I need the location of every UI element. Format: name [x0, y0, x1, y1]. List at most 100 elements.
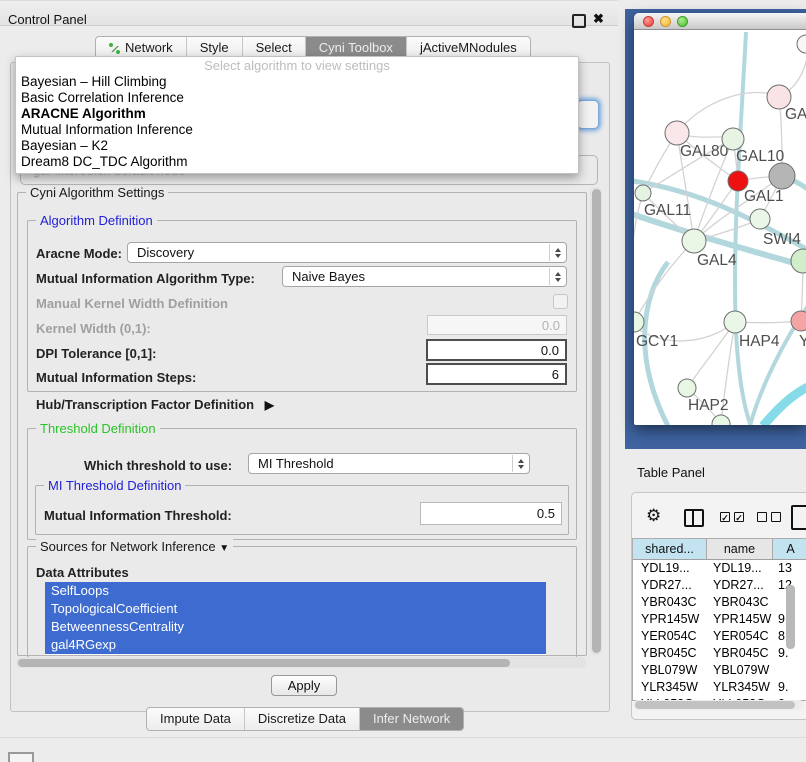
table-row[interactable]: YBR043CYBR043C — [633, 594, 806, 611]
node-gal11[interactable] — [635, 185, 651, 201]
status-strip — [0, 737, 806, 762]
table-row[interactable]: YDR27...YDR27...12 — [633, 577, 806, 594]
attribute-item-topologicalcoefficient[interactable]: TopologicalCoefficient — [45, 600, 546, 618]
sources-legend: Sources for Network Inference ▼ — [36, 539, 233, 554]
hub-definition-toggle[interactable]: Hub/Transcription Factor Definition ▶ — [36, 397, 274, 412]
mi-threshold-definition-legend: MI Threshold Definition — [44, 478, 185, 493]
bottom-tab-discretize-data[interactable]: Discretize Data — [245, 708, 360, 730]
dropdown-item-bayesian-hill-climbing[interactable]: Bayesian – Hill Climbing — [16, 74, 578, 90]
table-row[interactable]: YBL079WYBL079W — [633, 662, 806, 679]
split-columns-icon[interactable] — [684, 509, 704, 527]
table-row[interactable]: YPR145WYPR145W9. — [633, 611, 806, 628]
table-row[interactable]: YDL19...YDL19...13 — [633, 560, 806, 577]
node-unlabeled[interactable] — [769, 163, 795, 189]
manual-kernel-width-checkbox[interactable] — [553, 294, 568, 309]
dropdown-item-bayesian-k2[interactable]: Bayesian – K2 — [16, 138, 578, 154]
attribute-item-selfloops[interactable]: SelfLoops — [45, 582, 546, 600]
attribute-item-betweennesscentrality[interactable]: BetweennessCentrality — [45, 618, 546, 636]
dpi-tolerance-label: DPI Tolerance [0,1]: — [36, 346, 156, 361]
mi-threshold-label: Mutual Information Threshold: — [44, 508, 232, 523]
attribute-item-gal4rgexp[interactable]: gal4RGexp — [45, 636, 546, 654]
network-window-titlebar[interactable] — [634, 13, 806, 30]
node-gal1[interactable] — [750, 209, 770, 229]
node-gal80[interactable] — [665, 121, 689, 145]
node-label-hap4: HAP4 — [739, 333, 780, 350]
float-window-icon[interactable] — [572, 14, 586, 28]
column-header-name[interactable]: name — [707, 539, 773, 559]
table-panel-title: Table Panel — [637, 465, 705, 480]
mi-steps-field[interactable]: 6 — [426, 363, 567, 385]
zoom-traffic-light[interactable] — [677, 16, 688, 27]
network-canvas[interactable]: GALGAL80GAL10GAL1GAL11SWI4GAL4GCY1HAP4YH… — [634, 29, 806, 425]
table-row[interactable]: YLR345WYLR345W9. — [633, 679, 806, 696]
data-attributes-label: Data Attributes — [36, 565, 129, 580]
apply-button[interactable]: Apply — [271, 675, 337, 696]
cyni-algorithm-settings-legend: Cyni Algorithm Settings — [26, 185, 168, 200]
new-column-icon[interactable] — [791, 505, 806, 530]
mi-steps-label: Mutual Information Steps: — [36, 370, 196, 385]
minimized-panel-icon[interactable] — [8, 752, 34, 762]
settings-vertical-scrollbar[interactable] — [590, 187, 602, 655]
table-cell: YPR145W — [633, 611, 707, 628]
table-row[interactable]: YBR045CYBR045C9. — [633, 645, 806, 662]
node-label-swi4: SWI4 — [763, 231, 801, 248]
node-label-gal1: GAL1 — [744, 188, 784, 205]
bottom-tab-impute-data[interactable]: Impute Data — [147, 708, 245, 730]
attribute-list-scrollbar[interactable] — [786, 585, 795, 649]
dropdown-item-mutual-information-inference[interactable]: Mutual Information Inference — [16, 122, 578, 138]
table-cell: YLR345W — [633, 679, 707, 696]
mi-algorithm-type-label: Mutual Information Algorithm Type: — [36, 271, 255, 286]
screenshot-root: Control Panel ✖ NetworkStyleSelectCyni T… — [0, 0, 806, 762]
dropdown-item-basic-correlation-inference[interactable]: Basic Correlation Inference — [16, 90, 578, 106]
kernel-width-label: Kernel Width (0,1): — [36, 321, 151, 336]
column-header-shared[interactable]: shared... — [633, 539, 707, 559]
which-threshold-label: Which threshold to use: — [84, 458, 232, 473]
node-label-gal11: GAL11 — [644, 202, 691, 219]
node-gal4[interactable] — [682, 229, 706, 253]
node-hap2[interactable] — [678, 379, 696, 397]
collapse-arrow-icon[interactable]: ▼ — [219, 543, 229, 554]
mi-threshold-field[interactable]: 0.5 — [420, 502, 562, 525]
table-cell — [773, 662, 806, 679]
dpi-tolerance-field[interactable]: 0.0 — [426, 339, 567, 361]
table-row[interactable]: YER054CYER054C8. — [633, 628, 806, 645]
table-cell: YDL19... — [633, 560, 707, 577]
table-horizontal-scrollbar[interactable] — [633, 700, 804, 710]
gear-icon[interactable]: ⚙ — [646, 506, 661, 526]
node-gal10[interactable] — [722, 128, 744, 150]
select-all-icon[interactable]: ✓ ✓ — [720, 512, 744, 522]
table-cell: YPR145W — [707, 611, 773, 628]
node-swi4[interactable] — [791, 249, 806, 273]
expand-arrow-icon[interactable]: ▶ — [265, 398, 274, 412]
cyni-bottom-tabbar: Impute DataDiscretize DataInfer Network — [146, 707, 464, 731]
close-icon[interactable]: ✖ — [593, 11, 604, 27]
node-label-y: Y — [799, 333, 806, 350]
combo-stepper-icon — [549, 268, 565, 285]
table-body: YDL19...YDL19...13YDR27...YDR27...12YBR0… — [633, 560, 806, 701]
table-cell: YDL19... — [707, 560, 773, 577]
node-unlabeled[interactable] — [797, 35, 806, 53]
aracne-mode-combo[interactable]: Discovery — [127, 242, 567, 263]
table-cell: YBR043C — [707, 594, 773, 611]
minimize-traffic-light[interactable] — [660, 16, 671, 27]
node-y[interactable] — [791, 311, 806, 331]
bottom-tab-infer-network[interactable]: Infer Network — [360, 708, 463, 730]
dropdown-item-dream8-dc-tdc-algorithm[interactable]: Dream8 DC_TDC Algorithm — [16, 154, 578, 170]
settings-horizontal-scrollbar[interactable] — [16, 657, 586, 668]
node-hap4[interactable] — [724, 311, 746, 333]
combo-stepper-icon — [512, 455, 528, 472]
sources-title: Sources for Network Inference — [40, 539, 216, 554]
aracne-mode-value: Discovery — [137, 245, 194, 260]
kernel-width-field[interactable]: 0.0 — [427, 315, 567, 335]
algorithm-definition-legend: Algorithm Definition — [36, 213, 157, 228]
inference-algorithm-combo-stepper[interactable] — [577, 100, 599, 129]
column-header-a[interactable]: A — [773, 539, 806, 559]
threshold-definition-legend: Threshold Definition — [36, 421, 160, 436]
node-label-gal: GAL — [785, 106, 806, 123]
which-threshold-combo[interactable]: MI Threshold — [248, 453, 530, 474]
algorithm-dropdown-popup: Select algorithm to view settings Bayesi… — [15, 56, 579, 174]
deselect-all-icon[interactable] — [757, 512, 781, 522]
mi-algorithm-type-combo[interactable]: Naive Bayes — [282, 266, 567, 287]
dropdown-item-aracne-algorithm[interactable]: ARACNE Algorithm — [16, 106, 578, 122]
close-traffic-light[interactable] — [643, 16, 654, 27]
